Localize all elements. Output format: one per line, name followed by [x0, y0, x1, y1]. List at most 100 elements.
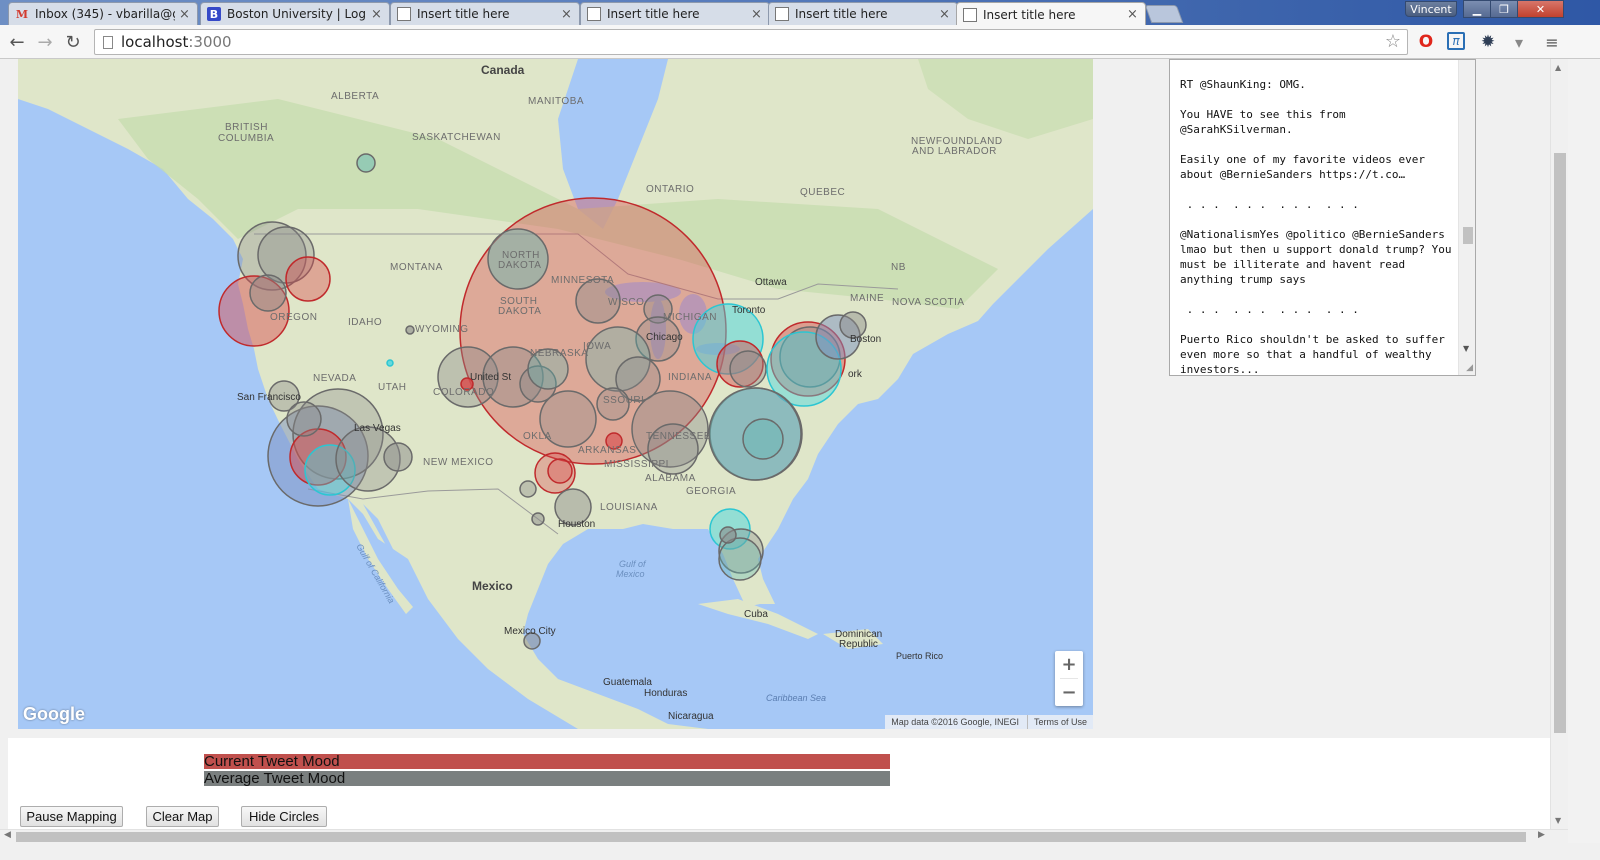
tab-boston-university[interactable]: B Boston University | Login × [200, 2, 390, 25]
zoom-control: + − [1055, 651, 1083, 706]
map-label-north-dakota-2: DAKOTA [498, 260, 542, 271]
close-icon[interactable]: × [939, 7, 951, 22]
map-label-british-columbia-1: BRITISH [225, 122, 268, 133]
back-arrow-icon[interactable]: ← [6, 31, 28, 53]
address-bar[interactable]: localhost:3000 ☆ [94, 29, 1408, 55]
chrome-menu-icon[interactable]: ≡ [1542, 32, 1562, 52]
tab-insert-title-active[interactable]: Insert title here × [956, 2, 1146, 26]
hide-circles-button[interactable]: Hide Circles [241, 806, 327, 827]
close-icon[interactable]: × [1127, 7, 1139, 22]
map-label-gulf-of-mexico-2: Mexico [616, 569, 645, 579]
map-label-wyoming: WYOMING [415, 324, 469, 335]
map-label-oregon: OREGON [270, 312, 318, 323]
tweet-circle-teal [718, 537, 762, 581]
map-label-las-vegas: Las Vegas [354, 423, 401, 434]
zoom-out-button[interactable]: − [1055, 679, 1083, 706]
page-info-icon[interactable] [103, 35, 113, 49]
opera-extension-icon[interactable]: O [1416, 32, 1436, 52]
tweet-feed-scrollbar[interactable]: ▼ [1458, 60, 1475, 375]
average-tweet-mood-bar: Average Tweet Mood [204, 771, 890, 786]
tab-gmail[interactable]: M Inbox (345) - vbarilla@gm × [8, 2, 198, 25]
scroll-left-arrow-icon[interactable]: ◀ [4, 830, 11, 840]
window-titlebar: M Inbox (345) - vbarilla@gm × B Boston U… [0, 0, 1600, 26]
scroll-right-arrow-icon[interactable]: ▶ [1538, 830, 1545, 840]
scroll-down-arrow-icon[interactable]: ▼ [1555, 816, 1561, 825]
pause-mapping-button[interactable]: Pause Mapping [20, 806, 123, 827]
page-vertical-scroll-thumb[interactable] [1554, 153, 1566, 733]
scroll-up-arrow-icon[interactable]: ▲ [1555, 63, 1561, 72]
reload-icon[interactable]: ↻ [62, 31, 84, 53]
map-label-british-columbia-2: COLUMBIA [218, 133, 275, 144]
tweet-circle-teal [356, 153, 376, 173]
zoom-in-button[interactable]: + [1055, 651, 1083, 678]
map-attribution: Map data ©2016 Google, INEGI Terms of Us… [885, 715, 1093, 729]
map-label-caribbean-sea: Caribbean Sea [766, 693, 827, 703]
tweet-circle-neutral [405, 325, 415, 335]
map-label-mexico-city: Mexico City [504, 626, 556, 637]
resize-grip-icon[interactable]: ◢ [1466, 363, 1473, 373]
puzzle-extension-icon[interactable]: ✹ [1478, 32, 1498, 52]
map-label-ontario: ONTARIO [646, 184, 695, 195]
tab-insert-title-2[interactable]: Insert title here × [580, 2, 770, 25]
tweet-circle-neutral [729, 350, 767, 388]
map-label-michigan: MICHIGAN [663, 312, 717, 323]
map-label-utah: UTAH [378, 382, 407, 393]
clear-map-button[interactable]: Clear Map [146, 806, 219, 827]
map-label-minnesota: MINNESOTA [551, 275, 615, 286]
tab-insert-title-3[interactable]: Insert title here × [768, 2, 958, 25]
map-label-nova-scotia: NOVA SCOTIA [892, 297, 965, 308]
map-label-united-states: United St [470, 372, 512, 383]
map-data-credit: Map data ©2016 Google, INEGI [891, 717, 1019, 727]
map-label-new-mexico: NEW MEXICO [423, 457, 494, 468]
tweet-circle-teal [742, 418, 784, 460]
map-label-chicago: Chicago [646, 332, 683, 343]
map-label-boston: Boston [850, 334, 882, 345]
page-icon [775, 7, 789, 21]
tweet-map[interactable]: Canada ALBERTA MANITOBA BRITISH COLUMBIA… [18, 59, 1093, 729]
map-label-houston: Houston [558, 519, 596, 530]
close-icon[interactable]: × [751, 7, 763, 22]
window-close-button[interactable]: ✕ [1517, 0, 1564, 18]
tab-label: Insert title here [417, 7, 510, 21]
close-icon[interactable]: × [371, 7, 383, 22]
profile-badge[interactable]: Vincent [1405, 1, 1457, 17]
new-tab-button[interactable] [1144, 5, 1184, 23]
tweet-circle-cyan [386, 359, 394, 367]
forward-arrow-icon[interactable]: → [34, 31, 56, 53]
page-horizontal-scroll-thumb[interactable] [16, 832, 1526, 842]
tweet-feed-textarea[interactable]: RT @ShaunKing: OMG. You HAVE to see this… [1169, 59, 1476, 376]
scroll-down-arrow-icon[interactable]: ▼ [1463, 344, 1469, 353]
close-icon[interactable]: × [561, 7, 573, 22]
map-label-nicaragua: Nicaragua [668, 711, 714, 722]
page-vertical-scrollbar[interactable]: ▲ ▼ [1550, 59, 1568, 829]
map-label-tennessee: TENNESSEE [646, 431, 712, 442]
map-label-gulf-of-mexico-1: Gulf of [619, 559, 646, 569]
tweet-feed-text: RT @ShaunKing: OMG. You HAVE to see this… [1180, 78, 1452, 376]
map-label-honduras: Honduras [644, 688, 688, 699]
map-label-mississippi: MISSISSIPPI [604, 459, 669, 470]
bucket-extension-icon[interactable]: ▾ [1509, 32, 1529, 52]
bu-icon: B [207, 7, 221, 21]
pi-extension-icon[interactable]: π [1447, 32, 1465, 50]
map-label-idaho: IDAHO [348, 317, 383, 328]
map-label-louisiana: LOUISIANA [600, 502, 658, 513]
maximize-button[interactable]: ❐ [1490, 0, 1518, 18]
close-icon[interactable]: × [179, 7, 191, 22]
map-label-saskatchewan: SASKATCHEWAN [412, 132, 501, 143]
tab-label: Inbox (345) - vbarilla@gm [35, 7, 175, 21]
map-label-manitoba: MANITOBA [528, 96, 585, 107]
tweet-circle-neutral [286, 401, 322, 437]
tab-insert-title-1[interactable]: Insert title here × [390, 2, 580, 25]
map-label-san-francisco: San Francisco [237, 392, 301, 403]
browser-toolbar: ← → ↻ localhost:3000 ☆ O π ✹ ▾ ≡ [0, 25, 1600, 59]
minimize-button[interactable]: ▁ [1463, 0, 1491, 18]
map-label-arkansas: ARKANSAS [578, 445, 637, 456]
page-horizontal-scrollbar[interactable]: ◀ ▶ [0, 829, 1568, 843]
map-label-nb: NB [891, 262, 906, 273]
tweet-feed-scroll-thumb[interactable] [1463, 227, 1473, 244]
map-label-indiana: INDIANA [668, 372, 713, 383]
map-label-oklahoma: OKLA [523, 431, 552, 442]
tweet-circle-neutral [249, 274, 287, 312]
terms-of-use-link[interactable]: Terms of Use [1026, 715, 1087, 729]
bookmark-star-icon[interactable]: ☆ [1385, 31, 1401, 52]
